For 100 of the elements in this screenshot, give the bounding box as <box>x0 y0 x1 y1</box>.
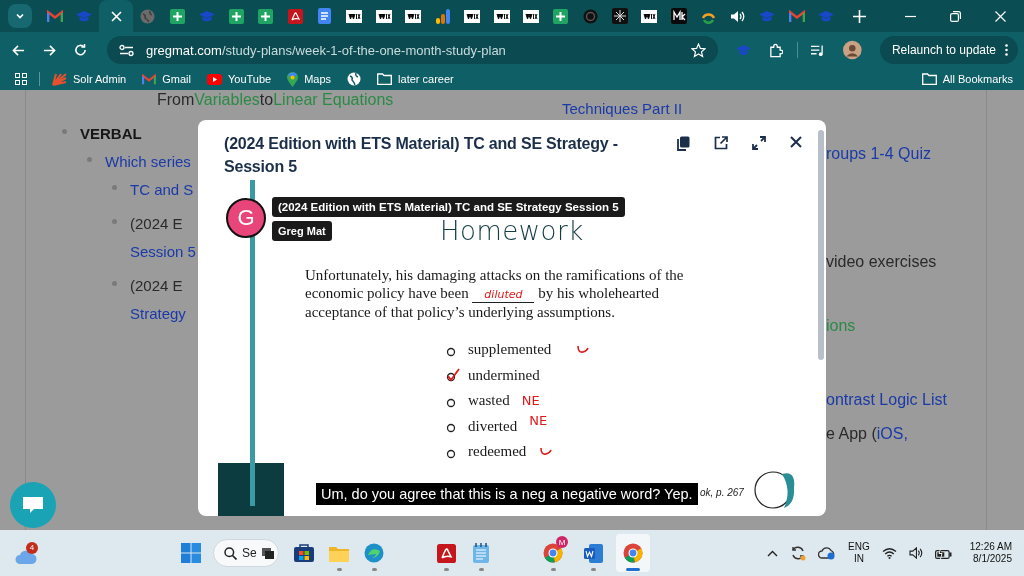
search-field[interactable]: Se <box>213 539 279 567</box>
star-icon[interactable] <box>690 42 706 58</box>
browser-icon <box>364 543 384 563</box>
spreadsheet-icon <box>258 8 274 24</box>
handwritten-note: NE <box>521 393 540 409</box>
more-options-icon <box>1005 44 1008 56</box>
browser-icon <box>623 543 643 563</box>
choice-label: wasted <box>468 392 510 410</box>
store-icon <box>294 544 314 562</box>
chevron-down-icon <box>15 11 25 21</box>
all-bookmarks-button[interactable]: All Bookmarks <box>921 73 1024 85</box>
new-tab-icon[interactable] <box>853 9 866 23</box>
graduation-cap-icon <box>759 10 776 22</box>
start-icon[interactable] <box>181 543 201 563</box>
search-icon <box>224 546 237 560</box>
mail-icon <box>46 9 63 23</box>
language-indicator[interactable]: ENG IN <box>848 541 870 565</box>
logo-icon <box>641 9 658 23</box>
site-settings-icon[interactable] <box>119 43 134 57</box>
volume-icon[interactable] <box>908 547 923 559</box>
video-caption: Um, do you agree that this is a neg a negative word? Yep. <box>316 483 698 505</box>
browser-icon <box>543 543 563 563</box>
page-text: ions <box>826 317 856 334</box>
choice-label: redeemed <box>468 443 527 461</box>
outline-item: (2024 E <box>130 214 183 234</box>
outline-item: VERBAL <box>80 124 142 144</box>
pdf-icon <box>436 543 456 563</box>
document-icon <box>318 8 332 24</box>
logo-icon <box>346 9 363 23</box>
back-arrow-icon[interactable] <box>12 43 25 57</box>
reload-icon[interactable] <box>74 43 87 57</box>
address-bar[interactable]: gregmat.com/study-plans/week-1-of-the-one-month-study-plan <box>107 36 718 64</box>
notification-badge: 4 <box>26 541 38 554</box>
forward-arrow-icon[interactable] <box>43 43 56 57</box>
logo-icon <box>405 9 422 23</box>
relaunch-button[interactable]: Relaunch to update <box>879 36 1018 64</box>
outline-item: FromVariablestoLinear Equations <box>157 90 394 110</box>
close-icon <box>110 10 122 22</box>
speaker-icon <box>730 9 746 23</box>
channel-name[interactable]: Greg Mat <box>272 221 332 241</box>
profile-avatar[interactable] <box>843 40 862 60</box>
expand-icon[interactable] <box>752 136 766 150</box>
spreadsheet-icon <box>169 8 185 24</box>
thumbnail-icon <box>261 547 274 559</box>
choice-label: diverted <box>468 417 518 435</box>
media-control-icon[interactable] <box>811 43 826 57</box>
logo-icon <box>375 9 392 23</box>
mail-icon <box>142 73 157 85</box>
graduation-cap-icon <box>198 10 215 22</box>
bookmark[interactable]: later career <box>377 73 454 85</box>
logo-icon <box>464 9 481 23</box>
wifi-icon[interactable] <box>881 547 897 559</box>
chevron-up-icon[interactable] <box>767 549 779 557</box>
battery-icon[interactable] <box>934 547 952 559</box>
globe-icon <box>140 8 156 24</box>
bookmark[interactable] <box>347 72 362 86</box>
clock[interactable]: 12:26 AM 8/1/2025 <box>969 541 1012 565</box>
close-icon[interactable] <box>790 136 802 148</box>
graduation-cap-icon <box>818 10 835 22</box>
tab-search-button[interactable] <box>8 4 32 28</box>
handwritten-mark <box>540 447 553 457</box>
cloud-info-icon[interactable] <box>818 546 837 560</box>
apps-grid-icon[interactable] <box>15 73 27 85</box>
sync-icon[interactable] <box>790 545 807 561</box>
bookmark[interactable]: Gmail <box>142 73 191 85</box>
chat-bubble-icon <box>22 496 44 514</box>
video-title[interactable]: (2024 Edition with ETS Material) TC and SE Strategy Session 5 <box>272 197 625 217</box>
dark-block <box>218 463 284 516</box>
choice-label: undermined <box>468 366 540 384</box>
mail-icon <box>788 9 805 23</box>
slide-heading: Homework <box>440 216 584 246</box>
folder-icon <box>377 73 393 85</box>
puzzle-icon[interactable] <box>768 42 783 58</box>
graduation-cap-icon <box>76 10 93 22</box>
page-text: e App ( <box>826 425 877 442</box>
cloud-icon <box>15 549 37 565</box>
taskbar-app[interactable]: M <box>536 534 570 572</box>
bookmark[interactable]: Maps <box>287 71 332 87</box>
document-icon <box>583 543 603 563</box>
chat-button[interactable] <box>10 482 56 528</box>
pattern-icon <box>611 8 628 24</box>
bookmark[interactable]: Solr Admin <box>52 72 127 86</box>
outline-link[interactable]: Which series <box>105 148 191 176</box>
external-link-icon[interactable] <box>714 136 728 150</box>
notepad-icon <box>473 543 489 563</box>
modal-title: (2024 Edition with ETS Material) TC and SE Strategy - Session 5 <box>224 134 619 177</box>
bookmark[interactable]: YouTube <box>206 73 272 85</box>
choice-label: supplemented <box>468 341 552 359</box>
handwritten-mark <box>577 345 590 355</box>
handwritten-note: NE <box>529 412 548 428</box>
bar-chart-icon <box>435 8 451 24</box>
outline-item: (2024 E <box>130 276 183 296</box>
url-text: gregmat.com/study-plans/week-1-of-the-one-month-study-plan <box>146 42 506 58</box>
restore-icon[interactable] <box>950 10 961 22</box>
map-pin-icon <box>287 71 299 87</box>
channel-avatar[interactable]: G <box>226 198 266 238</box>
spreadsheet-icon <box>553 8 569 24</box>
copy-icon[interactable] <box>677 136 690 151</box>
taskbar-app[interactable] <box>616 534 650 572</box>
weather-button[interactable]: 4 <box>15 541 41 565</box>
